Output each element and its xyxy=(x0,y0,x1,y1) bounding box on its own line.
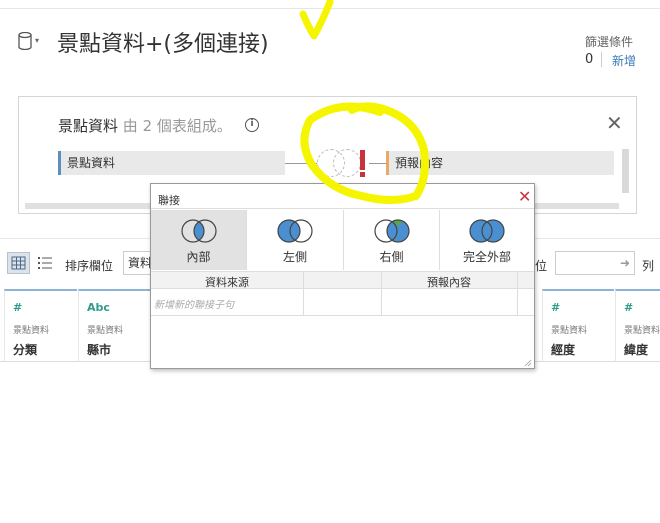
full-outer-join-icon xyxy=(469,219,505,243)
resize-grip-icon[interactable] xyxy=(524,359,532,367)
column-header[interactable]: # 景點資料 分類 xyxy=(4,289,77,362)
warning-icon xyxy=(360,150,365,170)
join-type-right[interactable]: 右側 xyxy=(344,210,440,270)
page-title: 景點資料+(多個連接) xyxy=(57,32,269,57)
sort-field-label: 排序欄位 xyxy=(65,259,114,273)
join-panel-name: 景點資料 xyxy=(58,117,119,135)
column-header[interactable]: Abc 景點資料 縣市 xyxy=(78,289,150,362)
join-type-label: 完全外部 xyxy=(462,250,511,264)
join-type-left[interactable]: 左側 xyxy=(247,210,344,270)
grid-view-button[interactable] xyxy=(7,252,30,274)
join-type-full-outer[interactable]: 完全外部 xyxy=(440,210,534,270)
info-icon[interactable]: i xyxy=(245,118,259,132)
warning-icon-dot xyxy=(360,172,365,177)
inner-join-icon xyxy=(181,219,217,243)
filter-label: 篩選條件 xyxy=(585,35,634,49)
add-filter-link[interactable]: 新增 xyxy=(612,52,636,69)
join-type-label: 內部 xyxy=(186,250,211,264)
source-column-header: 資料來源 xyxy=(205,276,249,289)
target-column-header: 預報內容 xyxy=(427,276,471,289)
column-header[interactable]: # 景點資料 經度 xyxy=(542,289,614,362)
join-connector xyxy=(285,163,317,164)
left-join-icon xyxy=(277,219,313,243)
column-name: 縣市 xyxy=(87,343,112,357)
right-join-icon xyxy=(374,219,410,243)
string-type-icon[interactable]: Abc xyxy=(87,301,110,314)
filter-count: 0 xyxy=(585,52,594,67)
close-icon[interactable]: ✕ xyxy=(518,187,531,206)
arrow-right-icon[interactable]: ➜ xyxy=(620,256,630,270)
join-type-label: 左側 xyxy=(282,250,307,264)
column-source: 景點資料 xyxy=(624,326,660,336)
database-icon[interactable] xyxy=(18,32,32,50)
join-venn-icon-right[interactable] xyxy=(333,149,361,177)
column-source: 景點資料 xyxy=(87,326,124,336)
join-type-inner[interactable]: 內部 xyxy=(151,210,247,270)
column-name: 經度 xyxy=(551,343,576,357)
add-join-clause[interactable]: 新增新的聯接子句 xyxy=(154,296,234,311)
join-panel-title: 景點資料 由 2 個表組成。 xyxy=(58,115,232,136)
number-type-icon[interactable]: # xyxy=(624,301,633,314)
position-label: 位 xyxy=(535,259,548,273)
dialog-title: 聯接 xyxy=(158,194,180,207)
column-label: 列 xyxy=(642,259,655,273)
vertical-scrollbar[interactable] xyxy=(622,149,629,193)
left-table-pill[interactable]: 景點資料 xyxy=(58,151,285,175)
column-source: 景點資料 xyxy=(551,326,588,336)
join-panel-subtitle: 由 2 個表組成。 xyxy=(122,117,232,135)
grid-icon xyxy=(11,256,26,270)
join-clause-row: 新增新的聯接子句 xyxy=(151,289,534,316)
chevron-down-icon[interactable]: ▾ xyxy=(35,36,39,45)
join-type-label: 右側 xyxy=(379,250,404,264)
dialog-titlebar xyxy=(151,184,534,209)
number-type-icon[interactable]: # xyxy=(551,301,560,314)
close-icon[interactable]: ✕ xyxy=(606,111,623,135)
list-view-icon[interactable] xyxy=(38,256,52,270)
join-connector-right xyxy=(369,163,386,164)
filter-divider xyxy=(601,52,602,67)
right-table-pill[interactable]: 預報內容 xyxy=(386,151,614,175)
column-header[interactable]: # 景點資料 緯度 xyxy=(615,289,660,362)
number-type-icon[interactable]: # xyxy=(13,301,22,314)
join-dialog: 聯接 ✕ 內部 左側 右側 完全外部 資料來源 預報內容 新增新的聯接子句 xyxy=(150,183,535,369)
column-name: 分類 xyxy=(13,343,38,357)
top-divider xyxy=(0,8,660,9)
column-source: 景點資料 xyxy=(13,326,50,336)
column-name: 緯度 xyxy=(624,343,649,357)
